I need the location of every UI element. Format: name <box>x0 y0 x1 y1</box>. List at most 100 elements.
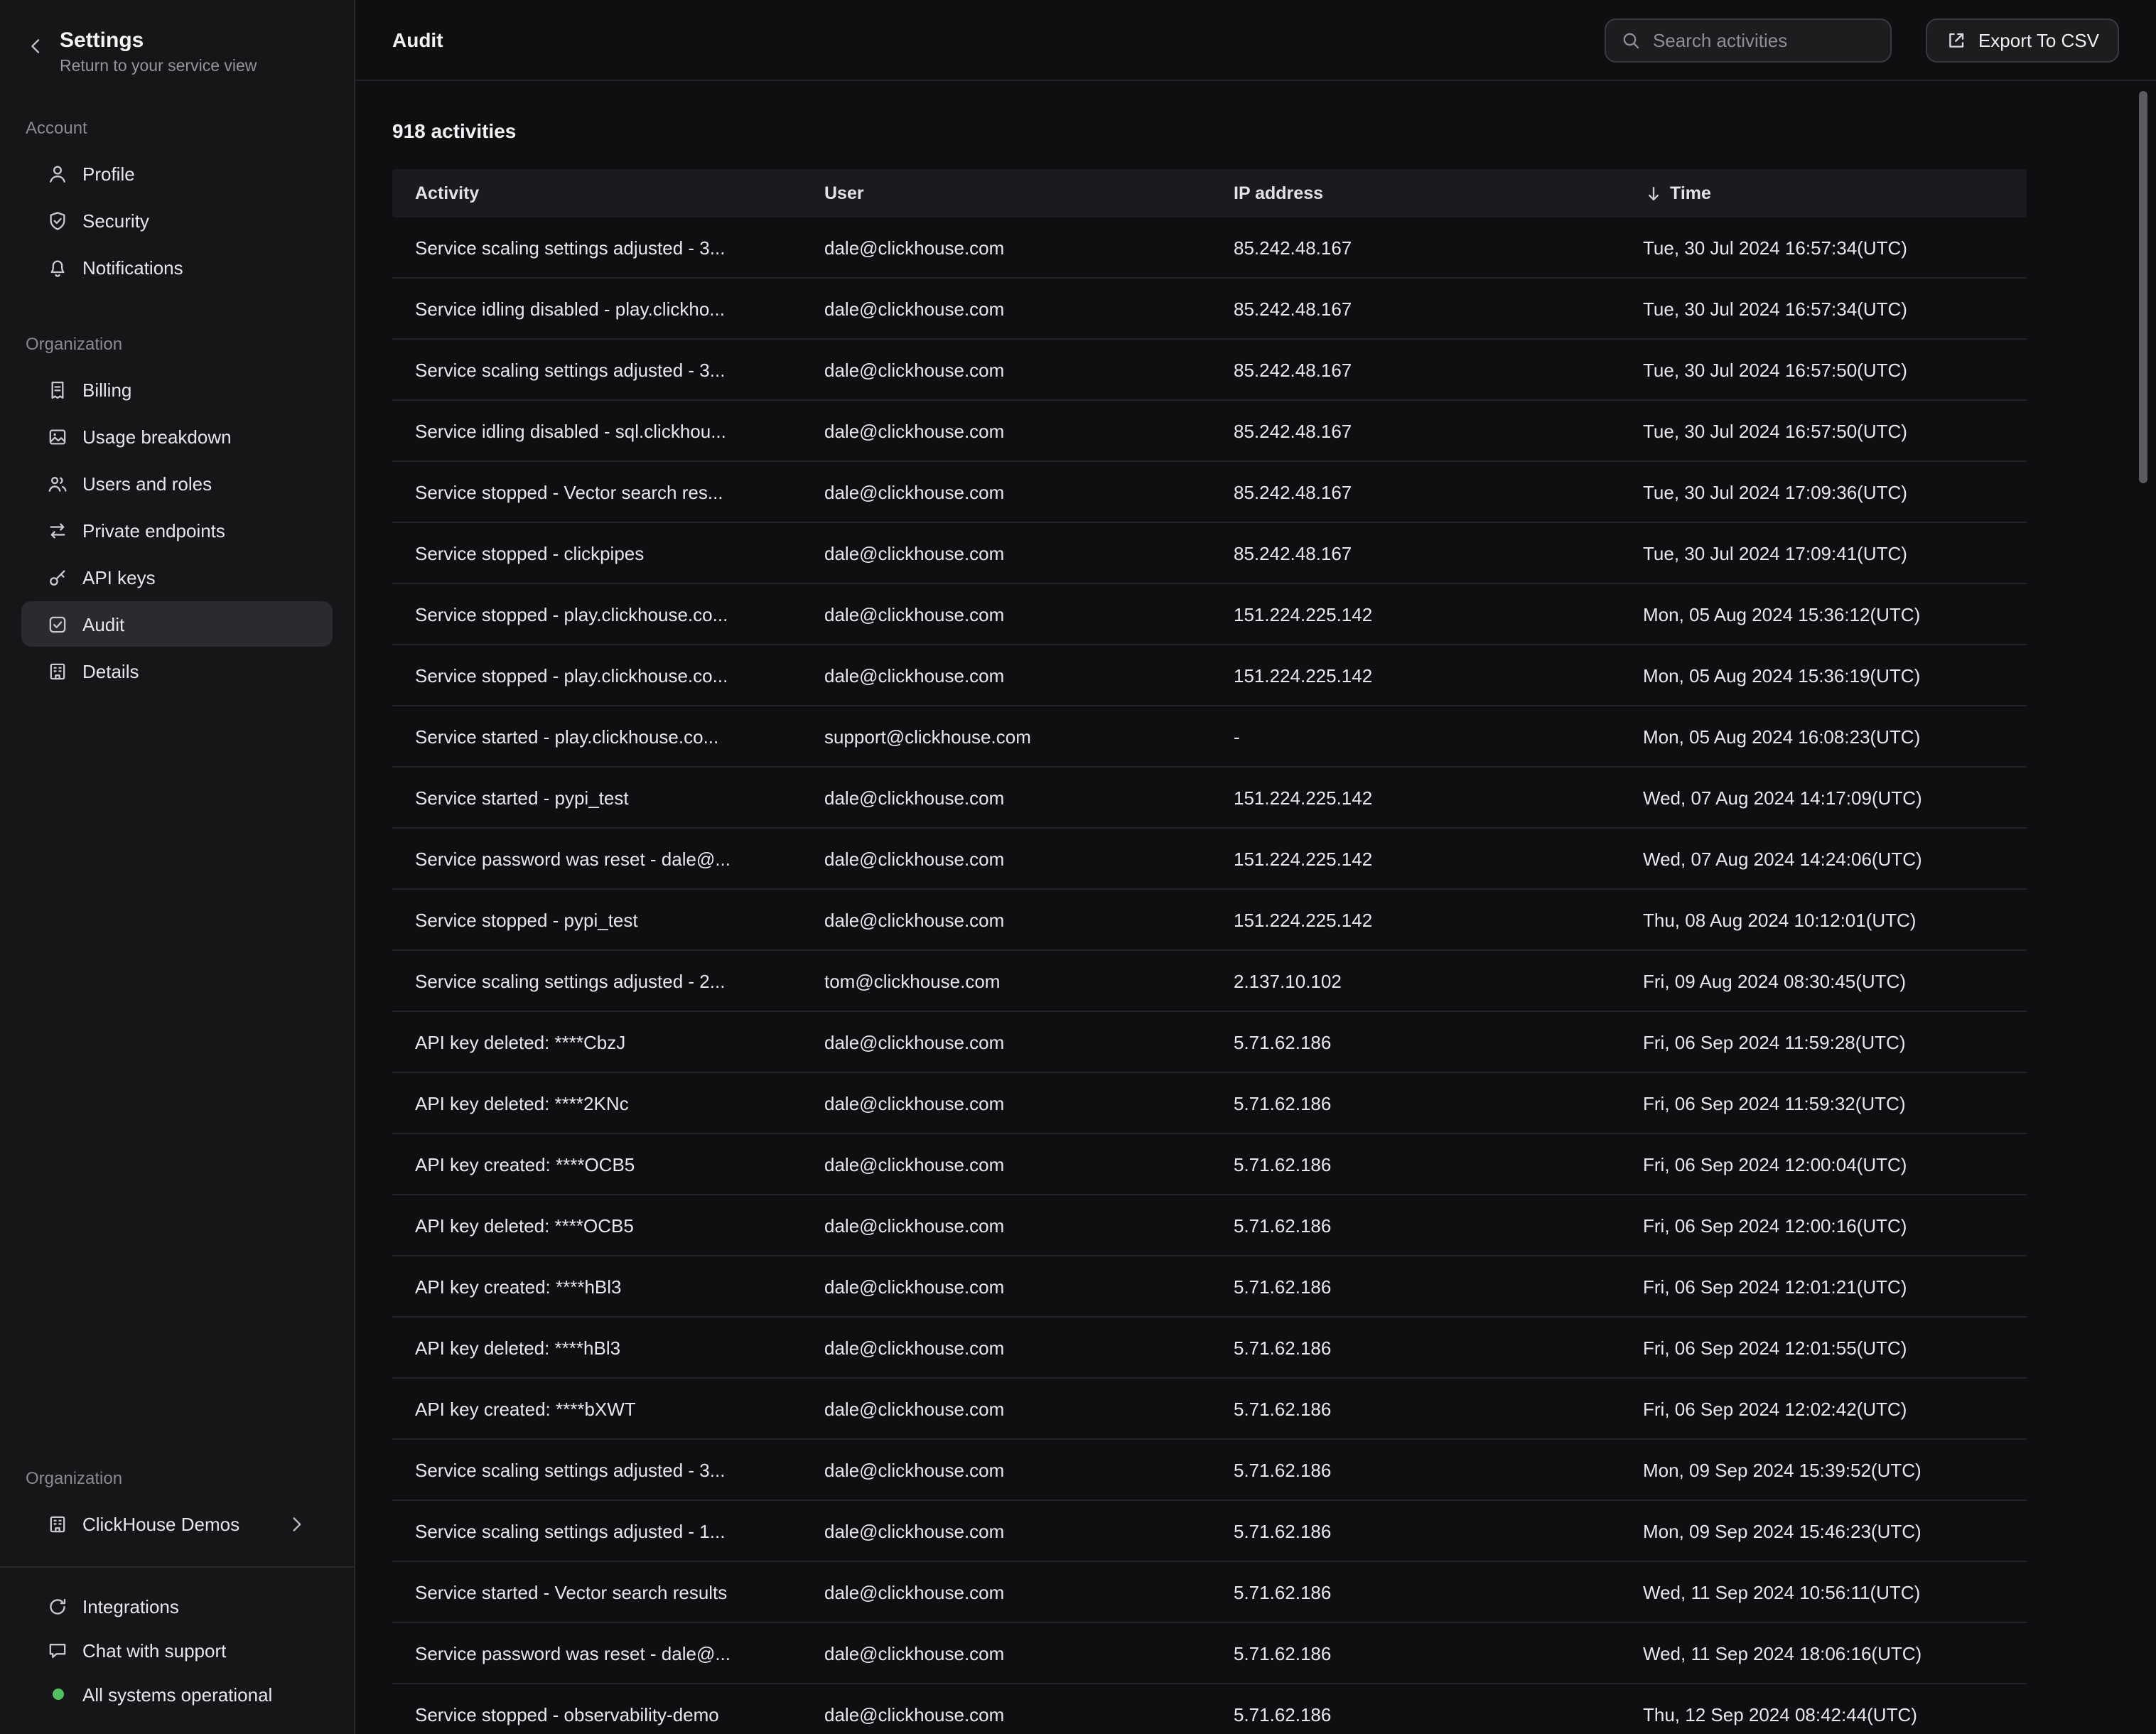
table-row[interactable]: Service started - pypi_test dale@clickho… <box>392 768 2027 829</box>
table-row[interactable]: Service stopped - play.clickhouse.co... … <box>392 645 2027 706</box>
table-row[interactable]: Service scaling settings adjusted - 3...… <box>392 217 2027 279</box>
cell-user: dale@clickhouse.com <box>802 1153 1211 1175</box>
sidebar-item-private-endpoints[interactable]: Private endpoints <box>21 507 333 553</box>
table-row[interactable]: API key created: ****hBl3 dale@clickhous… <box>392 1256 2027 1318</box>
table-row[interactable]: Service password was reset - dale@... da… <box>392 829 2027 890</box>
table-row[interactable]: API key created: ****bXWT dale@clickhous… <box>392 1379 2027 1440</box>
return-to-service-link[interactable]: Return to your service view <box>60 58 257 75</box>
cell-ip-address: 85.242.48.167 <box>1211 542 1620 564</box>
cell-ip-address: 5.71.62.186 <box>1211 1703 1620 1725</box>
cell-user: support@clickhouse.com <box>802 726 1211 747</box>
audit-content: 918 activities Activity User IP address … <box>355 81 2156 1734</box>
table-row[interactable]: Service stopped - play.clickhouse.co... … <box>392 584 2027 645</box>
cell-user: dale@clickhouse.com <box>802 909 1211 930</box>
sidebar-footer-label: Chat with support <box>82 1639 226 1661</box>
table-row[interactable]: API key deleted: ****2KNc dale@clickhous… <box>392 1073 2027 1134</box>
cell-ip-address: 151.224.225.142 <box>1211 787 1620 808</box>
organization-switcher-clickhouse-demos[interactable]: ClickHouse Demos <box>21 1501 333 1546</box>
export-to-csv-button[interactable]: Export To CSV <box>1926 18 2119 62</box>
sidebar-item-label: Details <box>82 660 139 682</box>
cell-ip-address: - <box>1211 726 1620 747</box>
header-actions: Export To CSV <box>1605 18 2119 62</box>
table-row[interactable]: Service idling disabled - play.clickho..… <box>392 279 2027 340</box>
vertical-scrollbar-thumb[interactable] <box>2139 91 2147 483</box>
table-row[interactable]: API key deleted: ****CbzJ dale@clickhous… <box>392 1012 2027 1073</box>
chevron-right-icon <box>286 1513 307 1534</box>
table-row[interactable]: Service stopped - pypi_test dale@clickho… <box>392 890 2027 951</box>
cell-ip-address: 5.71.62.186 <box>1211 1642 1620 1664</box>
table-row[interactable]: Service scaling settings adjusted - 3...… <box>392 1440 2027 1501</box>
integrations-icon <box>47 1595 68 1617</box>
cell-ip-address: 151.224.225.142 <box>1211 909 1620 930</box>
cell-user: dale@clickhouse.com <box>802 1031 1211 1052</box>
sidebar-item-security[interactable]: Security <box>21 198 333 243</box>
table-row[interactable]: Service scaling settings adjusted - 1...… <box>392 1501 2027 1562</box>
sidebar-footer: Integrations Chat with support All syste… <box>0 1566 354 1734</box>
search-activities-input[interactable] <box>1653 29 1876 50</box>
sidebar-item-label: Private endpoints <box>82 519 225 541</box>
key-icon <box>47 566 68 588</box>
sidebar-item-integrations[interactable]: Integrations <box>21 1585 333 1627</box>
section-label-account: Account <box>0 118 354 138</box>
cell-activity: Service started - Vector search results <box>392 1581 802 1603</box>
cell-activity: Service idling disabled - play.clickho..… <box>392 298 802 319</box>
sidebar-item-notifications[interactable]: Notifications <box>21 244 333 290</box>
table-row[interactable]: Service scaling settings adjusted - 3...… <box>392 340 2027 401</box>
cell-user: dale@clickhouse.com <box>802 237 1211 258</box>
chevron-left-icon[interactable] <box>26 36 47 57</box>
status-all-systems-operational[interactable]: All systems operational <box>21 1673 333 1716</box>
sidebar-item-billing[interactable]: Billing <box>21 367 333 412</box>
sidebar-item-audit[interactable]: Audit <box>21 601 333 647</box>
cell-time: Fri, 06 Sep 2024 11:59:32(UTC) <box>1620 1092 2027 1114</box>
organization-name: ClickHouse Demos <box>82 1513 239 1534</box>
table-row[interactable]: API key deleted: ****OCB5 dale@clickhous… <box>392 1195 2027 1256</box>
cell-activity: API key deleted: ****2KNc <box>392 1092 802 1114</box>
cell-ip-address: 85.242.48.167 <box>1211 481 1620 502</box>
table-row[interactable]: Service stopped - observability-demo dal… <box>392 1684 2027 1734</box>
cell-ip-address: 5.71.62.186 <box>1211 1398 1620 1419</box>
table-row[interactable]: Service scaling settings adjusted - 2...… <box>392 951 2027 1012</box>
table-row[interactable]: Service started - Vector search results … <box>392 1562 2027 1623</box>
column-header-user[interactable]: User <box>802 183 1211 203</box>
cell-time: Mon, 05 Aug 2024 16:08:23(UTC) <box>1620 726 2027 747</box>
sidebar-item-label: Users and roles <box>82 473 212 494</box>
cell-activity: Service scaling settings adjusted - 3... <box>392 1459 802 1480</box>
cell-time: Mon, 09 Sep 2024 15:39:52(UTC) <box>1620 1459 2027 1480</box>
table-row[interactable]: Service password was reset - dale@... da… <box>392 1623 2027 1684</box>
table-row[interactable]: Service stopped - clickpipes dale@clickh… <box>392 523 2027 584</box>
table-row[interactable]: Service stopped - Vector search res... d… <box>392 462 2027 523</box>
cell-time: Mon, 09 Sep 2024 15:46:23(UTC) <box>1620 1520 2027 1541</box>
cell-activity: Service scaling settings adjusted - 3... <box>392 359 802 380</box>
sidebar-item-usage-breakdown[interactable]: Usage breakdown <box>21 414 333 459</box>
table-row[interactable]: Service started - play.clickhouse.co... … <box>392 706 2027 768</box>
table-row[interactable]: Service idling disabled - sql.clickhou..… <box>392 401 2027 462</box>
table-row[interactable]: API key deleted: ****hBl3 dale@clickhous… <box>392 1318 2027 1379</box>
sidebar-item-details[interactable]: Details <box>21 648 333 694</box>
search-activities-box[interactable] <box>1605 18 1892 62</box>
sidebar-item-label: Security <box>82 210 149 231</box>
sidebar-item-profile[interactable]: Profile <box>21 151 333 196</box>
cell-time: Fri, 06 Sep 2024 12:00:16(UTC) <box>1620 1215 2027 1236</box>
sidebar-item-label: API keys <box>82 566 156 588</box>
checkbox-check-icon <box>47 613 68 635</box>
cell-activity: API key created: ****bXWT <box>392 1398 802 1419</box>
sidebar-item-label: Profile <box>82 163 135 184</box>
cell-user: dale@clickhouse.com <box>802 420 1211 441</box>
sidebar-header-text: Settings Return to your service view <box>60 28 257 75</box>
sidebar-item-label: Audit <box>82 613 124 635</box>
cell-time: Mon, 05 Aug 2024 15:36:12(UTC) <box>1620 603 2027 625</box>
column-header-activity[interactable]: Activity <box>392 183 802 203</box>
section-label-organization-switcher: Organization <box>0 1468 354 1488</box>
column-header-time[interactable]: Time <box>1620 183 2027 204</box>
cell-user: dale@clickhouse.com <box>802 1703 1211 1725</box>
receipt-icon <box>47 379 68 400</box>
sidebar-item-chat-with-support[interactable]: Chat with support <box>21 1629 333 1671</box>
cell-activity: Service started - pypi_test <box>392 787 802 808</box>
cell-time: Fri, 06 Sep 2024 12:01:21(UTC) <box>1620 1276 2027 1297</box>
sidebar-item-api-keys[interactable]: API keys <box>21 554 333 600</box>
sidebar-item-users-and-roles[interactable]: Users and roles <box>21 461 333 506</box>
audit-table: Activity User IP address Time Service sc… <box>392 169 2027 1734</box>
cell-user: dale@clickhouse.com <box>802 542 1211 564</box>
column-header-ip-address[interactable]: IP address <box>1211 183 1620 203</box>
table-row[interactable]: API key created: ****OCB5 dale@clickhous… <box>392 1134 2027 1195</box>
